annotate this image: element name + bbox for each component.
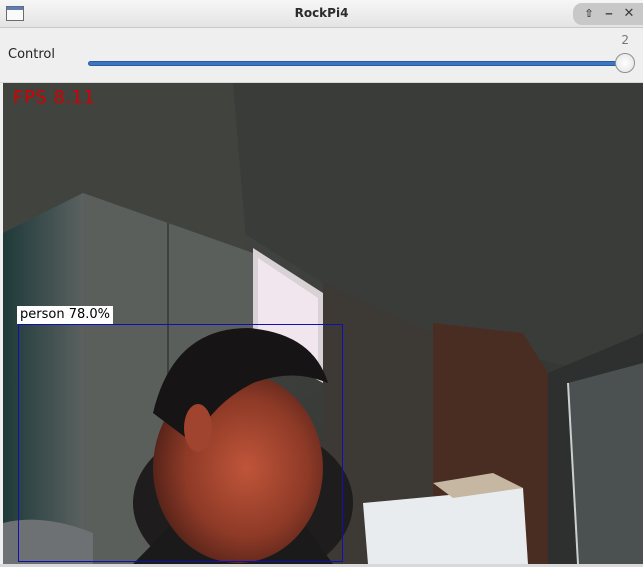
detection-label: person 78.0% (17, 306, 113, 324)
detection-box (18, 324, 343, 562)
close-icon[interactable]: ✕ (621, 6, 637, 22)
control-slider-handle[interactable] (615, 53, 635, 73)
arrow-up-icon[interactable]: ⇧ (581, 6, 597, 22)
window-controls: ⇧ ‒ ✕ (573, 3, 643, 25)
slider-value: 2 (621, 33, 629, 47)
window-title: RockPi4 (294, 6, 349, 20)
control-slider-track[interactable] (88, 61, 628, 66)
camera-feed: FPS 8.11 person 78.0% (3, 83, 643, 564)
fps-counter: FPS 8.11 (13, 87, 96, 108)
window-titlebar[interactable]: RockPi4 ⇧ ‒ ✕ (0, 0, 643, 28)
control-label: Control (8, 47, 55, 62)
minimize-icon[interactable]: ‒ (601, 6, 617, 22)
control-bar: Control 2 (0, 28, 643, 83)
